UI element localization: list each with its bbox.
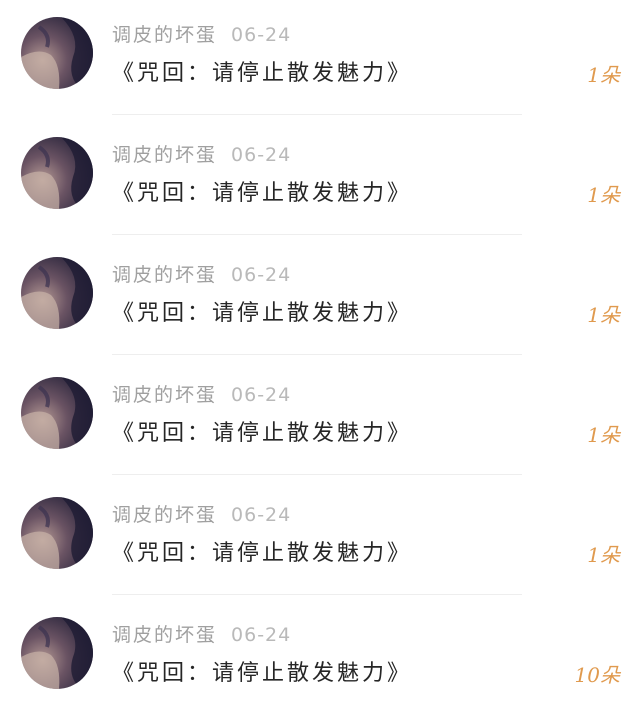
post-date: 06-24: [231, 504, 292, 526]
post-meta: 调皮的坏蛋 06-24: [112, 143, 291, 167]
list-item[interactable]: 调皮的坏蛋 06-24 《咒回：请停止散发魅力》 1朵: [0, 0, 640, 120]
row-divider: [112, 474, 522, 475]
work-title[interactable]: 《咒回：请停止散发魅力》: [112, 416, 412, 452]
work-title[interactable]: 《咒回：请停止散发魅力》: [112, 176, 412, 212]
flower-count: 1朵: [587, 423, 620, 447]
list-item[interactable]: 调皮的坏蛋 06-24 《咒回：请停止散发魅力》 1朵: [0, 240, 640, 360]
gift-record-list: 调皮的坏蛋 06-24 《咒回：请停止散发魅力》 1朵 调皮的坏蛋 06-24 …: [0, 0, 640, 709]
post-meta: 调皮的坏蛋 06-24: [112, 383, 291, 407]
avatar-image: [21, 497, 93, 569]
post-date: 06-24: [231, 144, 292, 166]
post-date: 06-24: [231, 264, 292, 286]
list-item[interactable]: 调皮的坏蛋 06-24 《咒回：请停止散发魅力》 1朵: [0, 360, 640, 480]
avatar-image: [21, 617, 93, 689]
username[interactable]: 调皮的坏蛋: [112, 624, 217, 646]
username[interactable]: 调皮的坏蛋: [112, 504, 217, 526]
username[interactable]: 调皮的坏蛋: [112, 24, 217, 46]
avatar[interactable]: [21, 17, 93, 89]
post-date: 06-24: [231, 24, 292, 46]
work-title[interactable]: 《咒回：请停止散发魅力》: [112, 56, 412, 92]
username[interactable]: 调皮的坏蛋: [112, 384, 217, 406]
avatar-image: [21, 137, 93, 209]
list-item[interactable]: 调皮的坏蛋 06-24 《咒回：请停止散发魅力》 10朵: [0, 600, 640, 720]
row-divider: [112, 594, 522, 595]
avatar[interactable]: [21, 377, 93, 449]
avatar-image: [21, 257, 93, 329]
post-meta: 调皮的坏蛋 06-24: [112, 503, 291, 527]
list-item[interactable]: 调皮的坏蛋 06-24 《咒回：请停止散发魅力》 1朵: [0, 480, 640, 600]
work-title[interactable]: 《咒回：请停止散发魅力》: [112, 656, 412, 692]
flower-count: 1朵: [587, 63, 620, 87]
avatar-image: [21, 377, 93, 449]
flower-count: 1朵: [587, 183, 620, 207]
row-divider: [112, 234, 522, 235]
work-title[interactable]: 《咒回：请停止散发魅力》: [112, 296, 412, 332]
row-divider: [112, 354, 522, 355]
work-title[interactable]: 《咒回：请停止散发魅力》: [112, 536, 412, 572]
flower-count: 1朵: [587, 543, 620, 567]
post-meta: 调皮的坏蛋 06-24: [112, 23, 291, 47]
post-date: 06-24: [231, 624, 292, 646]
post-date: 06-24: [231, 384, 292, 406]
username[interactable]: 调皮的坏蛋: [112, 144, 217, 166]
avatar[interactable]: [21, 617, 93, 689]
row-divider: [112, 114, 522, 115]
avatar[interactable]: [21, 137, 93, 209]
avatar-image: [21, 17, 93, 89]
avatar[interactable]: [21, 257, 93, 329]
flower-count: 10朵: [574, 663, 620, 687]
post-meta: 调皮的坏蛋 06-24: [112, 263, 291, 287]
avatar[interactable]: [21, 497, 93, 569]
username[interactable]: 调皮的坏蛋: [112, 264, 217, 286]
flower-count: 1朵: [587, 303, 620, 327]
post-meta: 调皮的坏蛋 06-24: [112, 623, 291, 647]
list-item[interactable]: 调皮的坏蛋 06-24 《咒回：请停止散发魅力》 1朵: [0, 120, 640, 240]
